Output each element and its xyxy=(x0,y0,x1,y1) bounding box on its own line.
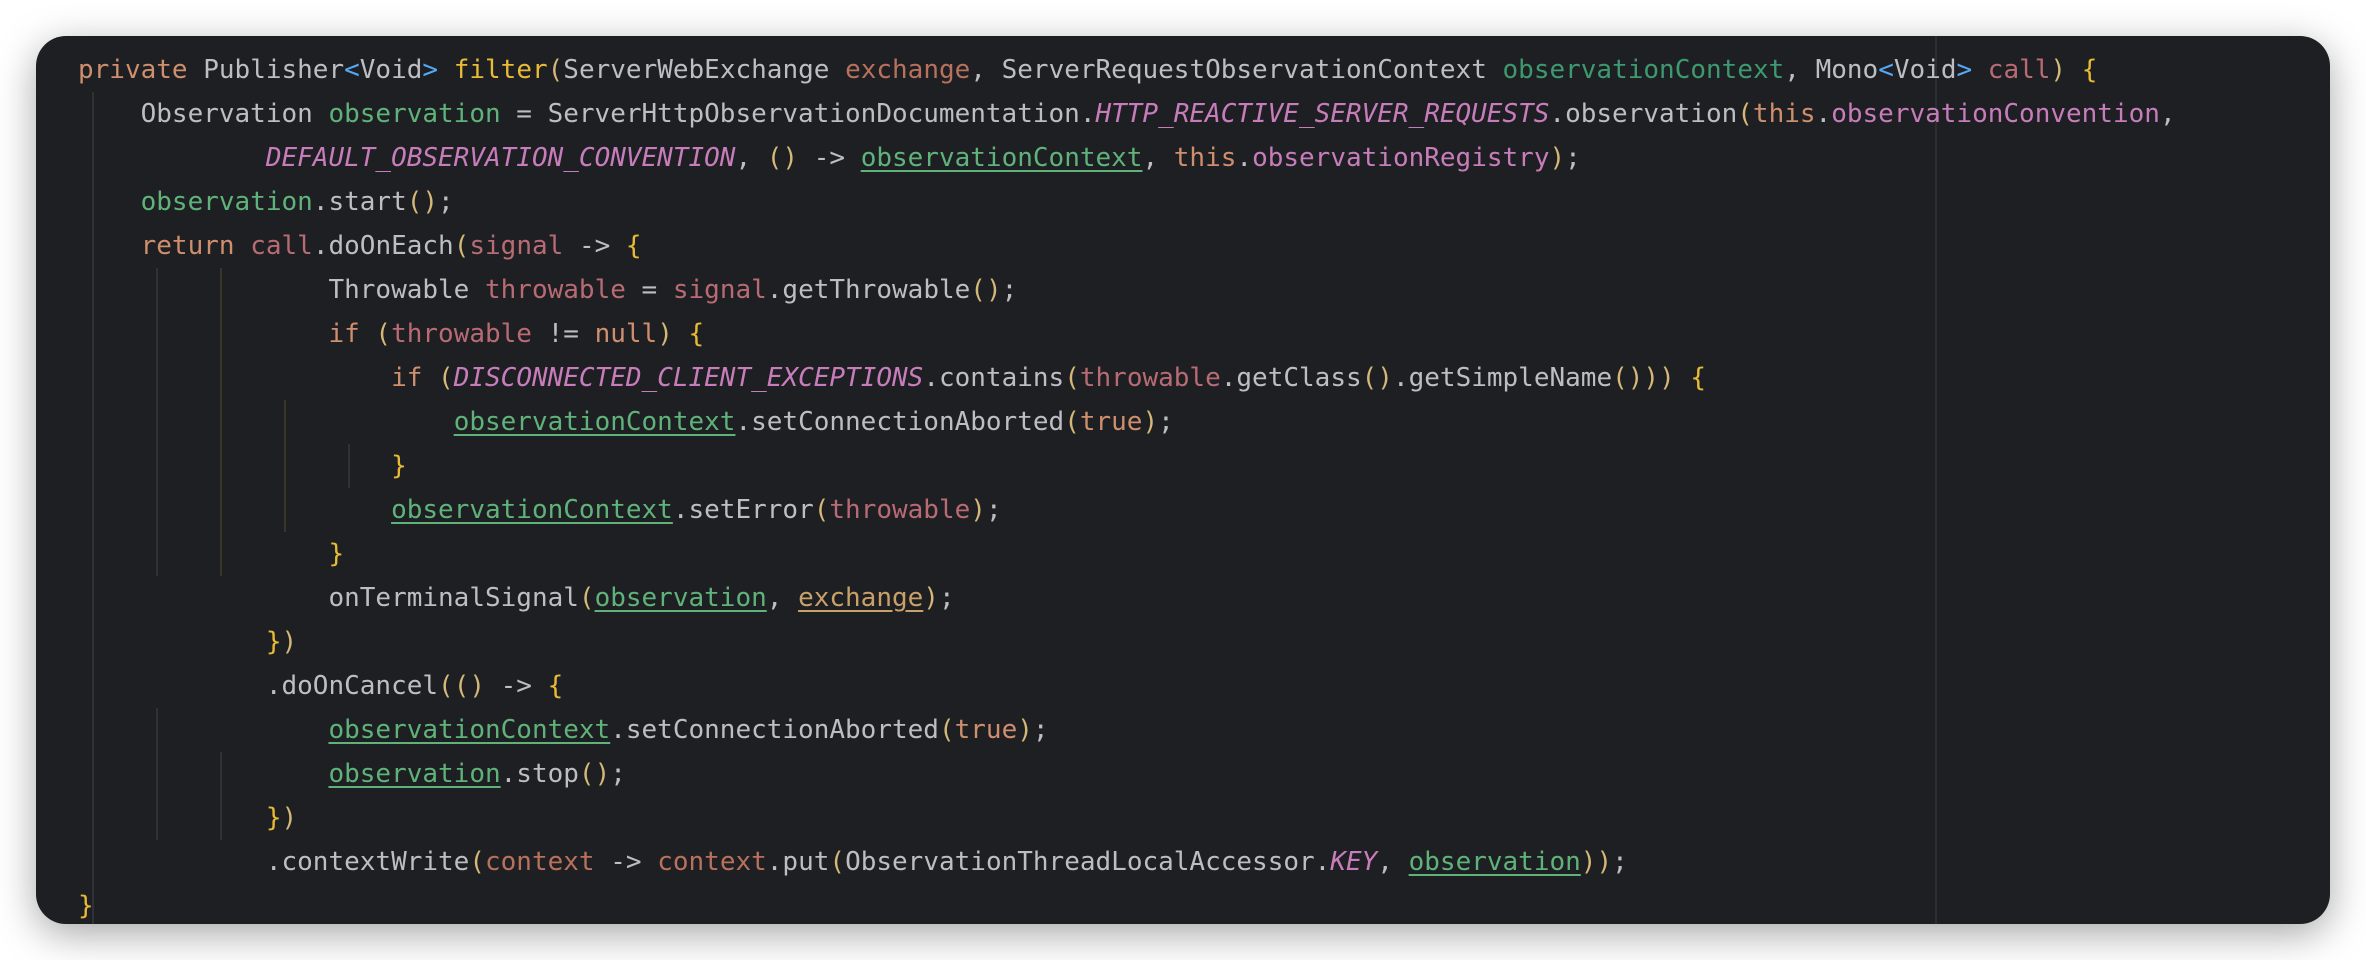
code-line[interactable]: if (DISCONNECTED_CLIENT_EXCEPTIONS.conta… xyxy=(78,356,2176,400)
code-block[interactable]: private Publisher<Void> filter(ServerWeb… xyxy=(78,48,2176,924)
code-line[interactable]: if (throwable != null) { xyxy=(78,312,2176,356)
code-line[interactable]: observation.stop(); xyxy=(78,752,2176,796)
code-editor-window: private Publisher<Void> filter(ServerWeb… xyxy=(36,36,2330,924)
code-line[interactable]: private Publisher<Void> filter(ServerWeb… xyxy=(78,48,2176,92)
code-line[interactable]: .doOnCancel(() -> { xyxy=(78,664,2176,708)
code-line[interactable]: observationContext.setConnectionAborted(… xyxy=(78,708,2176,752)
code-line[interactable]: }) xyxy=(78,620,2176,664)
code-line[interactable]: observationContext.setConnectionAborted(… xyxy=(78,400,2176,444)
code-line[interactable]: observationContext.setError(throwable); xyxy=(78,488,2176,532)
code-line[interactable]: Throwable throwable = signal.getThrowabl… xyxy=(78,268,2176,312)
code-line[interactable]: DEFAULT_OBSERVATION_CONVENTION, () -> ob… xyxy=(78,136,2176,180)
code-line[interactable]: } xyxy=(78,884,2176,924)
code-line[interactable]: } xyxy=(78,532,2176,576)
code-line[interactable]: .contextWrite(context -> context.put(Obs… xyxy=(78,840,2176,884)
code-line[interactable]: onTerminalSignal(observation, exchange); xyxy=(78,576,2176,620)
code-line[interactable]: }) xyxy=(78,796,2176,840)
code-line[interactable]: return call.doOnEach(signal -> { xyxy=(78,224,2176,268)
code-line[interactable]: observation.start(); xyxy=(78,180,2176,224)
code-line[interactable]: Observation observation = ServerHttpObse… xyxy=(78,92,2176,136)
code-line[interactable]: } xyxy=(78,444,2176,488)
